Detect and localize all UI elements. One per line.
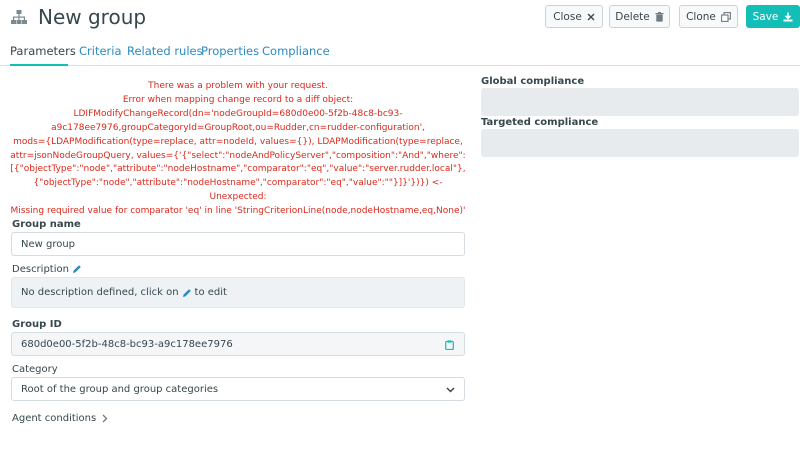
error-line: Error when mapping change record to a di…: [122, 94, 354, 105]
targeted-compliance-label: Targeted compliance: [481, 117, 599, 128]
trash-icon: [655, 11, 664, 22]
agent-conditions-label: Agent conditions: [12, 413, 97, 424]
tab-bar: Parameters Criteria Related rules Proper…: [0, 38, 800, 66]
chevron-right-icon: [102, 414, 108, 423]
active-tab-indicator: [10, 64, 68, 66]
tab-compliance[interactable]: Compliance: [262, 44, 330, 58]
description-placeholder-before: No description defined, click on: [21, 287, 179, 298]
error-line: There was a problem with your request.: [148, 81, 328, 91]
error-line: attr=jsonNodeGroupQuery, values={'{"sele…: [10, 150, 466, 161]
delete-button-label: Delete: [615, 10, 650, 23]
description-label-text: Description: [12, 264, 69, 275]
global-compliance-bar: [481, 88, 799, 116]
save-button[interactable]: Save: [746, 5, 800, 28]
pencil-icon: [182, 288, 191, 297]
description-box[interactable]: No description defined, click on to edit: [11, 277, 465, 308]
error-message: There was a problem with your request. E…: [10, 80, 466, 219]
description-placeholder-after: to edit: [194, 287, 227, 298]
group-id-value: 680d0e00-5f2b-48c8-bc93-a9c178ee7976: [21, 338, 233, 350]
global-compliance-label: Global compliance: [481, 76, 585, 87]
pencil-icon[interactable]: [72, 264, 82, 274]
error-line: LDIFModifyChangeRecord(dn='nodeGroupId=6…: [73, 108, 403, 119]
group-name-value: New group: [21, 238, 76, 250]
chevron-down-icon: [446, 387, 455, 393]
tab-criteria[interactable]: Criteria: [79, 44, 122, 58]
error-line: Missing required value for comparator 'e…: [10, 206, 466, 217]
error-line: a9c178ee7976,groupCategoryId=GroupRoot,o…: [51, 122, 425, 133]
group-name-label: Group name: [12, 219, 81, 230]
clone-button[interactable]: Clone: [679, 5, 738, 28]
error-line: {"objectType":"node","attribute":"nodeHo…: [33, 178, 443, 203]
category-label: Category: [12, 364, 58, 375]
close-icon: [587, 13, 595, 20]
tab-properties[interactable]: Properties: [201, 44, 259, 58]
sitemap-icon: [11, 10, 27, 24]
error-line: mods={LDAPModification(type=replace, att…: [13, 136, 463, 147]
download-icon: [783, 12, 793, 21]
tab-parameters[interactable]: Parameters: [10, 44, 76, 58]
description-label: Description: [12, 264, 82, 275]
group-id-label: Group ID: [12, 319, 62, 330]
targeted-compliance-bar: [481, 129, 799, 157]
category-select[interactable]: Root of the group and group categories: [11, 377, 465, 401]
close-button-label: Close: [553, 10, 582, 23]
category-value: Root of the group and group categories: [21, 383, 219, 395]
close-button[interactable]: Close: [545, 5, 603, 28]
error-line: [{"objectType":"node","attribute":"nodeH…: [10, 164, 466, 175]
agent-conditions-toggle[interactable]: Agent conditions: [12, 413, 108, 424]
page-header: New group Close Delete Clone Save: [0, 0, 800, 38]
clone-button-label: Clone: [686, 10, 716, 23]
clone-icon: [720, 11, 731, 22]
group-id-field: 680d0e00-5f2b-48c8-bc93-a9c178ee7976: [11, 332, 465, 356]
clipboard-icon[interactable]: [445, 340, 454, 350]
page-title: New group: [38, 5, 147, 29]
delete-button[interactable]: Delete: [609, 5, 670, 28]
group-name-input[interactable]: New group: [11, 232, 465, 256]
save-button-label: Save: [752, 10, 779, 23]
tab-related-rules[interactable]: Related rules: [127, 44, 203, 58]
